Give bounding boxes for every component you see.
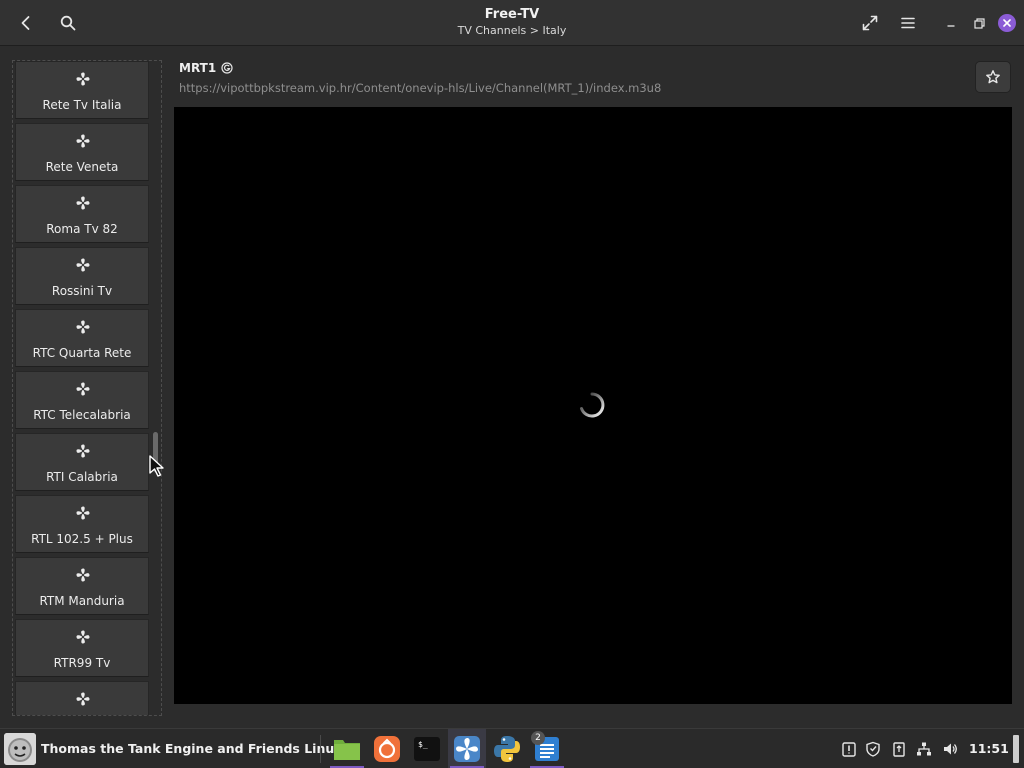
channel-label: RTL 102.5 + Plus: [31, 532, 133, 546]
channel-label: Rete Veneta: [45, 160, 119, 174]
channel-logo-icon: [76, 196, 90, 210]
minimize-icon: [947, 25, 955, 27]
tray-updates[interactable]: [840, 740, 858, 758]
launcher-python[interactable]: [488, 729, 526, 768]
restore-icon: [973, 17, 985, 29]
app-title: Free-TV: [484, 7, 540, 22]
tray-network[interactable]: [915, 740, 933, 758]
software-center-icon: [374, 736, 400, 762]
channel-header: MRT1: [179, 60, 233, 76]
channel-label: RTM Manduria: [39, 594, 125, 608]
active-window-icon[interactable]: [4, 733, 36, 765]
svg-text:$_: $_: [418, 740, 428, 749]
channel-label: RTI Calabria: [46, 470, 118, 484]
expand-icon: [862, 15, 878, 31]
python-icon: [494, 736, 520, 762]
active-window-title: Thomas the Tank Engine and Friends Linux: [41, 741, 343, 756]
search-button[interactable]: [52, 7, 84, 39]
launcher-freetv[interactable]: [448, 729, 486, 768]
channel-label: Rete Tv Italia: [42, 98, 122, 112]
channel-logo-icon: [76, 134, 90, 148]
freetv-app-icon: [454, 736, 480, 762]
close-button[interactable]: [998, 14, 1016, 32]
breadcrumb: TV Channels > Italy: [457, 24, 567, 37]
train-face-icon: [4, 733, 36, 765]
terminal-icon: $_: [414, 737, 440, 761]
launcher-files[interactable]: [328, 729, 366, 768]
back-arrow-icon: [21, 16, 30, 30]
channel-item[interactable]: RTR99 Tv: [15, 619, 149, 677]
channel-label: RTR99 Tv: [53, 656, 111, 670]
hamburger-menu-icon: [901, 17, 915, 29]
channel-item[interactable]: Rete Veneta: [15, 123, 149, 181]
restore-button[interactable]: [963, 7, 995, 39]
video-player[interactable]: [174, 107, 1012, 704]
taskbar-separator: [320, 735, 321, 763]
network-icon: [917, 742, 931, 756]
channel-logo-icon: [76, 692, 90, 706]
channel-logo-icon: [76, 382, 90, 396]
geo-blocked-icon: [221, 62, 233, 74]
channel-item[interactable]: RTL 102.5 + Plus: [15, 495, 149, 553]
header-bar: Free-TV TV Channels > Italy: [0, 0, 1024, 46]
launcher-text-editor[interactable]: 2: [528, 729, 566, 768]
main-menu-button[interactable]: [892, 7, 924, 39]
channel-logo-icon: [76, 630, 90, 644]
channel-logo-icon: [76, 320, 90, 334]
channel-label: Rossini Tv: [51, 284, 113, 298]
channel-item[interactable]: Rete Tv Italia: [15, 61, 149, 119]
channel-item[interactable]: RTM Manduria: [15, 557, 149, 615]
show-desktop-button[interactable]: [1013, 735, 1019, 763]
tray-clipboard[interactable]: [890, 740, 908, 758]
fullscreen-button[interactable]: [854, 7, 886, 39]
channel-label: RTC Telecalabria: [33, 408, 131, 422]
stream-url: https://vipottbpkstream.vip.hr/Content/o…: [179, 81, 662, 95]
shield-icon: [866, 741, 880, 757]
channel-item[interactable]: Roma Tv 82: [15, 185, 149, 243]
channel-logo-icon: [76, 72, 90, 86]
channel-label: RTC Quarta Rete: [32, 346, 132, 360]
back-button[interactable]: [10, 7, 42, 39]
channel-list[interactable]: Rete Tv Italia Rete Veneta Roma Tv 82 Ro…: [12, 60, 162, 716]
volume-icon: [944, 743, 957, 755]
channel-title: MRT1: [179, 61, 217, 75]
channel-label: Roma Tv 82: [46, 222, 118, 236]
taskbar: Thomas the Tank Engine and Friends Linux…: [0, 728, 1024, 768]
clipboard-icon: [893, 742, 905, 757]
channel-item[interactable]: RTC Quarta Rete: [15, 309, 149, 367]
close-icon: [1003, 19, 1011, 27]
channel-item[interactable]: RTC Telecalabria: [15, 371, 149, 429]
channel-logo-icon: [76, 568, 90, 582]
channel-logo-icon: [76, 444, 90, 458]
files-folder-icon: [334, 740, 360, 760]
title-block: Free-TV TV Channels > Italy: [362, 8, 662, 36]
star-icon: [986, 70, 1000, 84]
channel-item[interactable]: Rossini Tv: [15, 247, 149, 305]
window-count-badge: 2: [531, 731, 545, 745]
loading-spinner-icon: [580, 392, 605, 418]
channel-logo-icon: [76, 258, 90, 272]
clock[interactable]: 11:51: [969, 741, 1009, 756]
channel-logo-icon: [76, 506, 90, 520]
tray-shield[interactable]: [864, 740, 882, 758]
favorite-button[interactable]: [975, 61, 1011, 93]
update-notifier-icon: [842, 742, 856, 757]
tray-volume[interactable]: [941, 740, 959, 758]
mouse-cursor-icon: [149, 455, 164, 477]
channel-item[interactable]: [15, 681, 149, 715]
channel-item[interactable]: RTI Calabria: [15, 433, 149, 491]
launcher-terminal[interactable]: $_: [408, 729, 446, 768]
search-icon: [60, 15, 76, 31]
launcher-software[interactable]: [368, 729, 406, 768]
